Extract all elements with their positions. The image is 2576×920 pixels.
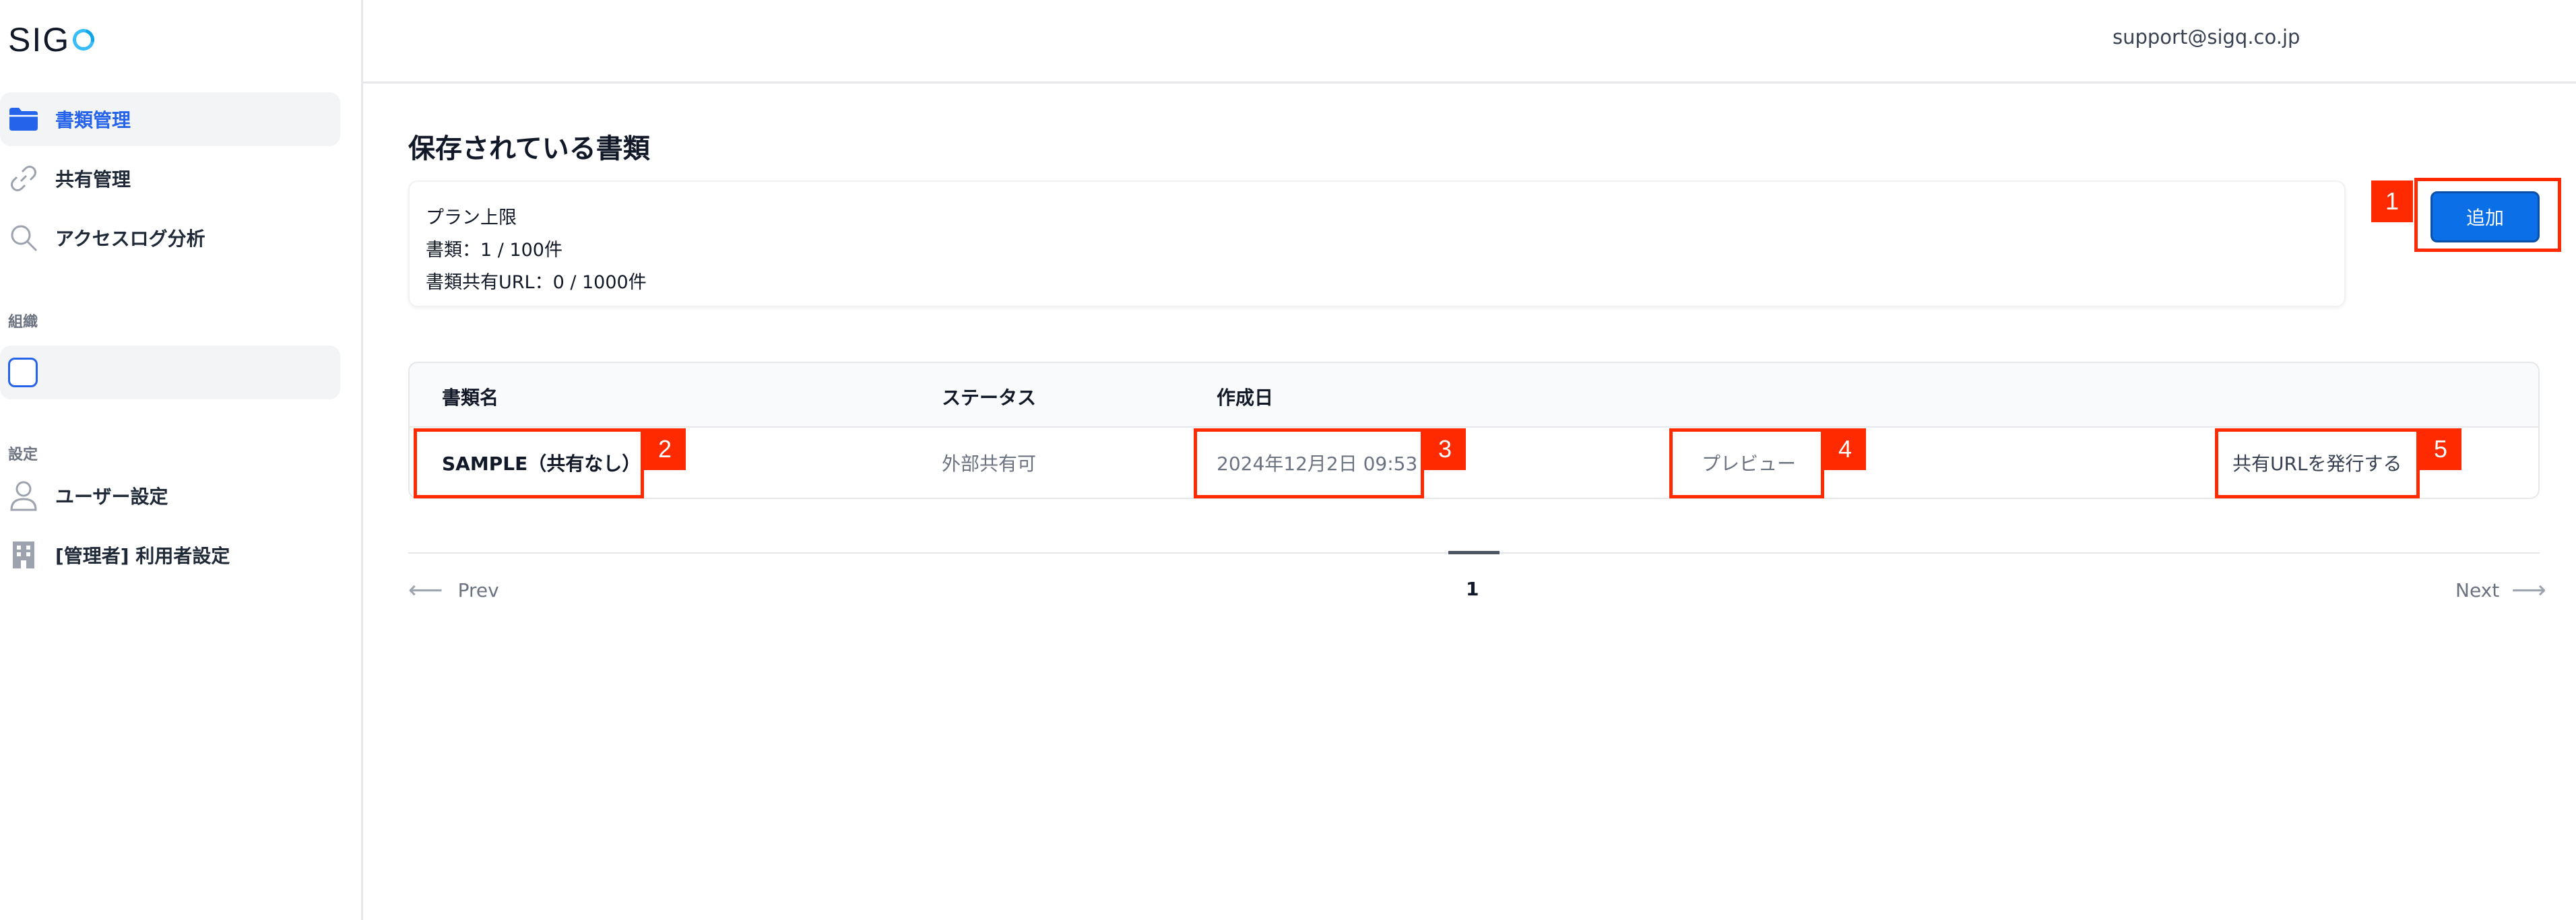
column-header-name[interactable]: 書類名 [442, 383, 498, 410]
prev-label: Prev [457, 579, 499, 601]
sidebar-item-label: ユーザー設定 [55, 486, 168, 508]
arrow-right-icon: ⟶ [2511, 577, 2546, 604]
document-status: 外部共有可 [942, 453, 1037, 475]
page-title: 保存されている書類 [408, 133, 650, 164]
org-selector[interactable] [0, 346, 340, 399]
sidebar-item-label: アクセスログ分析 [55, 228, 205, 250]
next-label: Next [2455, 579, 2500, 601]
sidebar-item-label: [管理者] 利用者設定 [55, 545, 230, 567]
annotation-highlight-preview [1669, 428, 1824, 498]
org-avatar [8, 358, 38, 387]
logo-text: SIG [8, 21, 71, 59]
annotation-badge-5: 5 [2420, 428, 2461, 470]
arrow-left-icon: ⟵ [408, 577, 443, 604]
annotation-badge-4: 4 [1824, 428, 1866, 470]
pagination-prev-button[interactable]: ⟵ Prev [408, 577, 499, 604]
annotation-highlight-add [2414, 178, 2561, 252]
folder-icon [7, 102, 40, 136]
search-icon [7, 221, 40, 255]
annotation-badge-3: 3 [1424, 428, 1466, 470]
column-header-created[interactable]: 作成日 [1217, 383, 1273, 410]
section-label-organization: 組織 [8, 314, 38, 331]
annotation-highlight-share [2215, 428, 2420, 498]
sidebar-item-admin-settings[interactable]: [管理者] 利用者設定 [0, 528, 340, 582]
sidebar-item-user-settings[interactable]: ユーザー設定 [0, 469, 340, 523]
link-icon [7, 162, 40, 195]
column-header-status[interactable]: ステータス [942, 383, 1036, 410]
logo-ring-icon [69, 25, 98, 55]
section-label-settings: 設定 [8, 447, 38, 463]
annotation-highlight-name [414, 428, 644, 498]
pagination-page-1[interactable]: 1 [1466, 578, 1479, 600]
sidebar-item-documents[interactable]: 書類管理 [0, 92, 340, 146]
sidebar-item-access-log[interactable]: アクセスログ分析 [0, 211, 340, 265]
plan-heading: プラン上限 [426, 207, 517, 228]
sidebar-item-label: 書類管理 [55, 109, 131, 131]
sidebar: SIG 書類管理 共有管理 アクセスログ分析 組織 設定 ユーザー設定 [管理者… [0, 0, 363, 920]
pagination-active-indicator [1448, 551, 1500, 554]
sidebar-item-label: 共有管理 [55, 168, 131, 191]
app-logo[interactable]: SIG [8, 20, 98, 59]
pagination-next-button[interactable]: Next ⟶ [2455, 577, 2546, 604]
plan-documents-usage: 書類：1 / 100件 [426, 240, 562, 261]
plan-limit-card: プラン上限 書類：1 / 100件 書類共有URL：0 / 1000件 [408, 180, 2346, 307]
table-header: 書類名 ステータス 作成日 [410, 363, 2538, 428]
annotation-badge-2: 2 [644, 428, 686, 470]
annotation-highlight-date [1194, 428, 1424, 498]
sidebar-item-sharing[interactable]: 共有管理 [0, 152, 340, 205]
building-icon [7, 538, 40, 572]
user-email[interactable]: support@sigq.co.jp [2113, 26, 2300, 48]
user-icon [7, 479, 40, 513]
plan-share-url-usage: 書類共有URL：0 / 1000件 [426, 272, 647, 293]
annotation-badge-1: 1 [2371, 180, 2413, 222]
